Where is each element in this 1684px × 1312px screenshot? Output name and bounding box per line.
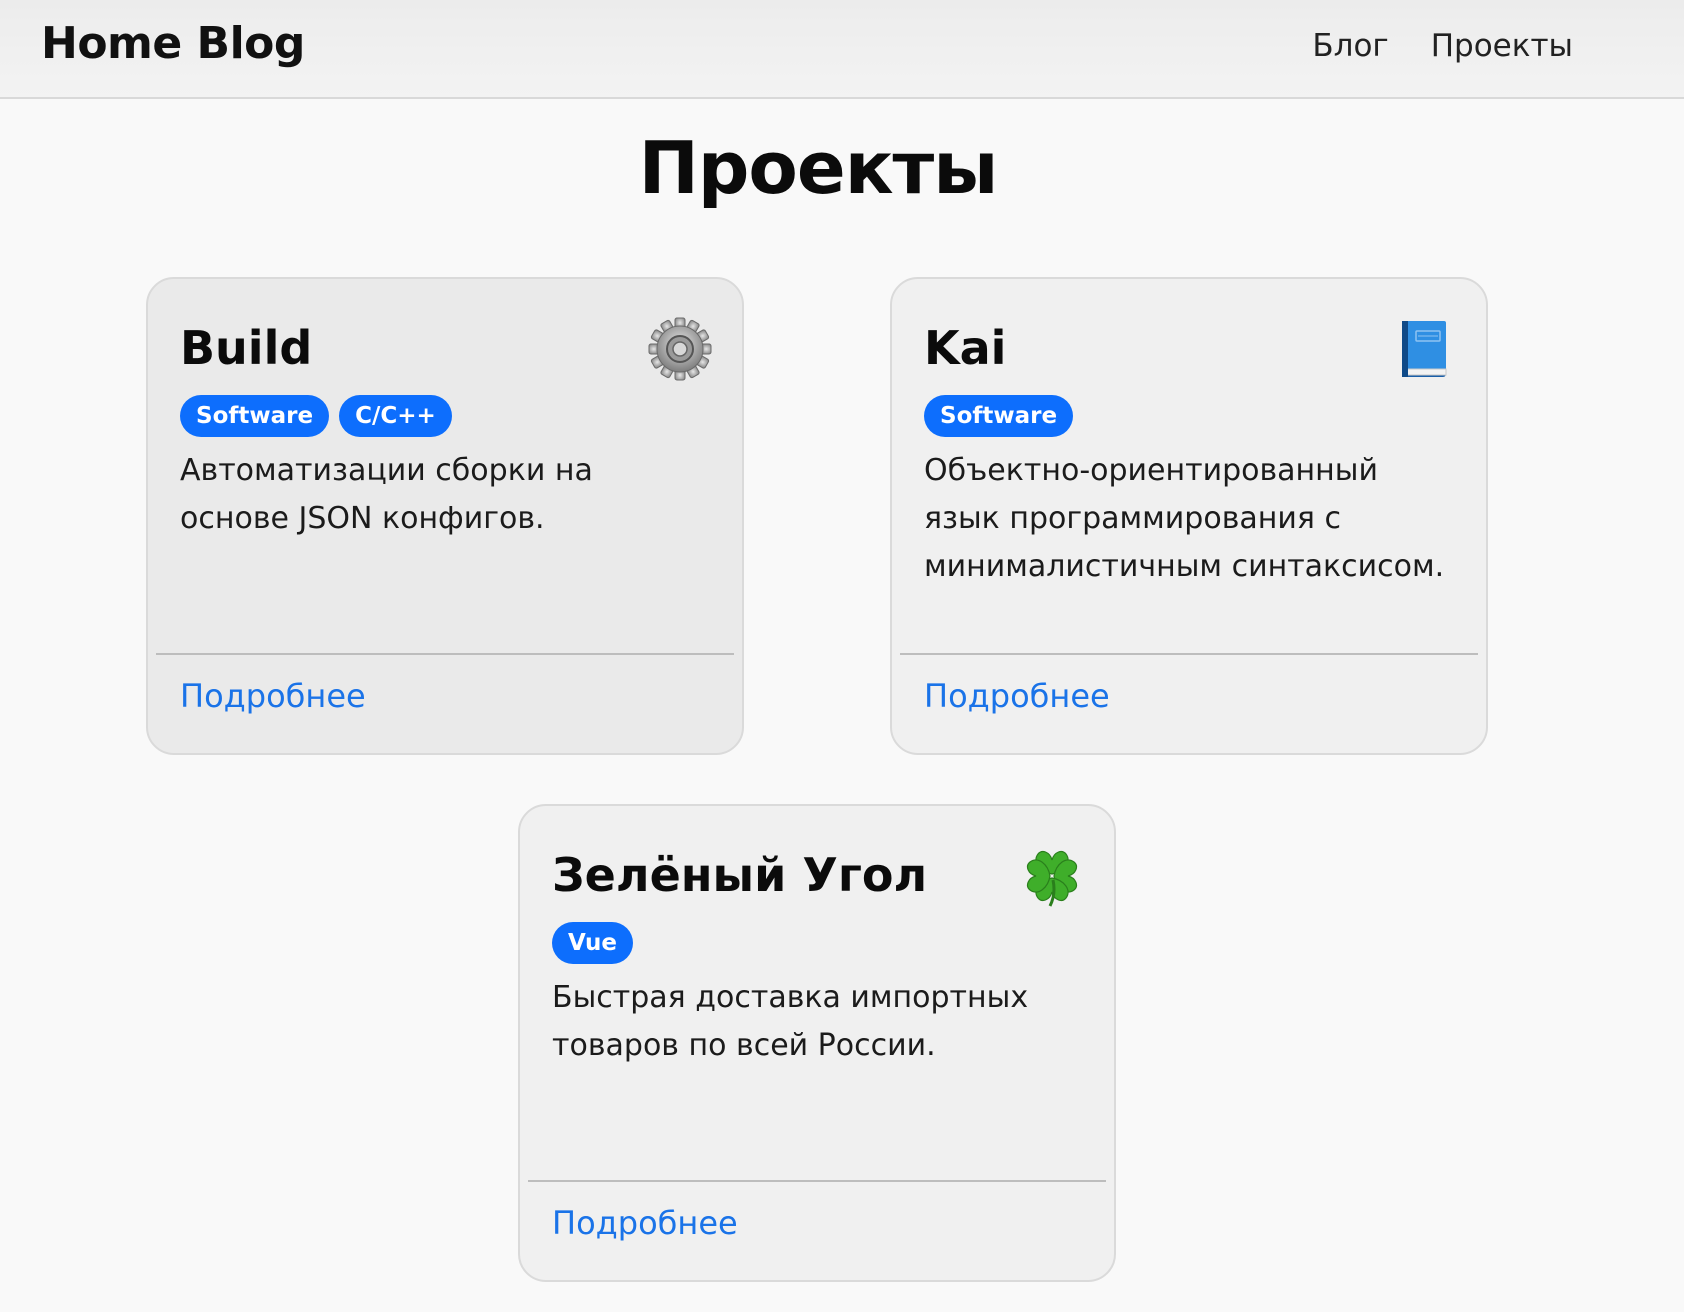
tag-badge: Software	[180, 395, 330, 437]
page-title: Проекты	[638, 126, 999, 210]
project-title: Зелёный Угол	[552, 848, 928, 902]
tag-badge: Vue	[552, 922, 633, 964]
details-link[interactable]: Подробнее	[924, 677, 1110, 715]
nav-link-blog[interactable]: Блог	[1312, 28, 1388, 64]
brand-logo-link[interactable]: Home Blog	[41, 18, 305, 69]
nav-links: Блог Проекты	[1312, 28, 1573, 64]
gear-icon	[648, 317, 712, 381]
project-card-green-corner: Зелёный Угол Vue Быстрая доставка импорт…	[518, 804, 1116, 1282]
blue-book-icon	[1402, 321, 1447, 377]
card-divider	[900, 653, 1478, 655]
details-link[interactable]: Подробнее	[180, 677, 366, 715]
nav-link-projects[interactable]: Проекты	[1431, 28, 1573, 64]
card-divider	[528, 1180, 1106, 1182]
project-card-build: Build Software C/C++ Автоматизации сборк…	[146, 277, 744, 755]
project-description: Объектно-ориентированный язык программир…	[924, 453, 1445, 584]
tag-badge: C/C++	[339, 395, 452, 437]
navbar: Home Blog Блог Проекты	[0, 0, 1684, 99]
tag-badge: Software	[924, 395, 1074, 437]
tag-list: Vue	[552, 922, 633, 964]
project-description: Автоматизации сборки на основе JSON конф…	[180, 453, 593, 536]
card-divider	[156, 653, 734, 655]
four-leaf-clover-icon	[1026, 850, 1078, 907]
tag-list: Software	[924, 395, 1074, 437]
project-card-kai: Kai Software Объектно-ориентированный яз…	[890, 277, 1488, 755]
project-description: Быстрая доставка импортных товаров по вс…	[552, 980, 1029, 1063]
details-link[interactable]: Подробнее	[552, 1204, 738, 1242]
project-title: Build	[180, 321, 313, 375]
tag-list: Software C/C++	[180, 395, 452, 437]
project-title: Kai	[924, 321, 1007, 375]
